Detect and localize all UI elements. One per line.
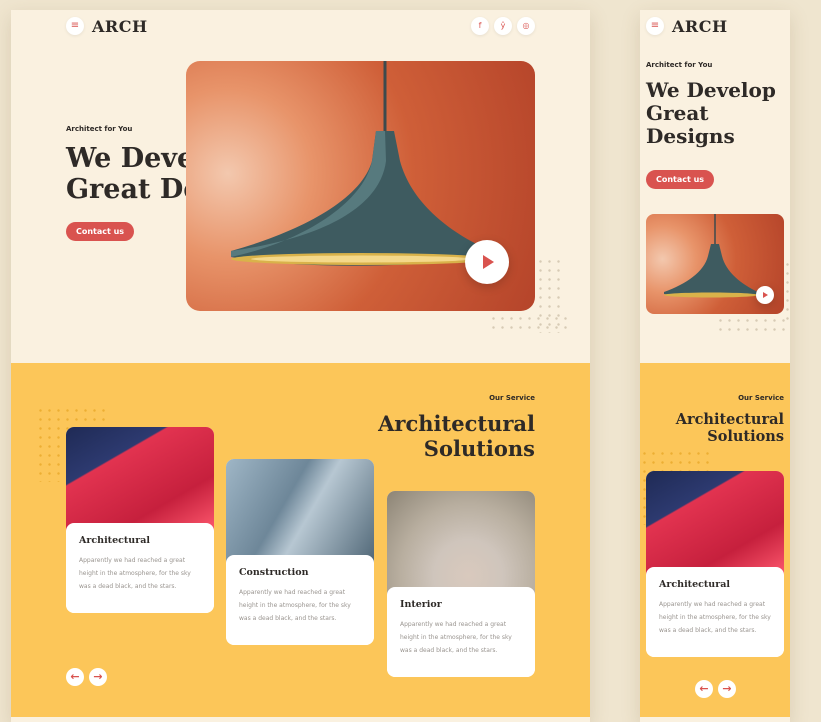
hero-section: ≡ ARCH Architect for You We Develop Grea… bbox=[640, 10, 790, 363]
title-line-2: Solutions bbox=[707, 428, 784, 446]
hero-section: ≡ ARCH f ŷ ◎ Architect for You We Develo… bbox=[11, 10, 590, 363]
instagram-icon[interactable]: ◎ bbox=[517, 17, 535, 35]
headline-line-1: We Develop bbox=[646, 78, 776, 102]
services-title: Architectural Solutions bbox=[378, 411, 535, 461]
dot-pattern bbox=[489, 314, 567, 334]
menu-icon[interactable]: ≡ bbox=[66, 17, 84, 35]
desktop-preview: ≡ ARCH f ŷ ◎ Architect for You We Develo… bbox=[11, 10, 590, 722]
bathtub-photo bbox=[387, 491, 535, 597]
services-title: Architectural Solutions bbox=[676, 411, 784, 446]
dot-pattern bbox=[716, 316, 790, 334]
red-facade-photo bbox=[646, 471, 784, 577]
card-title: Architectural bbox=[659, 579, 730, 590]
footer-strip bbox=[640, 717, 790, 722]
play-icon[interactable] bbox=[756, 286, 774, 304]
card-title: Construction bbox=[239, 567, 309, 578]
title-line-1: Architectural bbox=[378, 411, 535, 436]
service-card-construction[interactable]: Construction Apparently we had reached a… bbox=[226, 459, 374, 645]
headline-line-3: Designs bbox=[646, 124, 735, 148]
red-facade-photo bbox=[66, 427, 214, 533]
prev-arrow-icon[interactable]: ← bbox=[695, 680, 713, 698]
card-text: Apparently we had reached a great height… bbox=[659, 601, 771, 634]
service-card-architectural[interactable]: Architectural Apparently we had reached … bbox=[66, 427, 214, 613]
card-body: Construction Apparently we had reached a… bbox=[226, 555, 374, 645]
contact-button[interactable]: Contact us bbox=[66, 222, 134, 241]
dot-pattern bbox=[783, 260, 790, 320]
title-line-1: Architectural bbox=[675, 411, 784, 428]
card-body: Architectural Apparently we had reached … bbox=[66, 523, 214, 613]
menu-icon[interactable]: ≡ bbox=[646, 17, 664, 35]
logo[interactable]: ARCH bbox=[672, 17, 728, 36]
logo[interactable]: ARCH bbox=[92, 17, 148, 36]
hero-kicker: Architect for You bbox=[646, 61, 713, 69]
card-text: Apparently we had reached a great height… bbox=[400, 621, 512, 654]
card-title: Architectural bbox=[79, 535, 150, 546]
card-body: Interior Apparently we had reached a gre… bbox=[387, 587, 535, 677]
hero-headline: We Develop Great Designs bbox=[646, 79, 776, 148]
next-arrow-icon[interactable]: → bbox=[89, 668, 107, 686]
next-arrow-icon[interactable]: → bbox=[718, 680, 736, 698]
card-text: Apparently we had reached a great height… bbox=[79, 557, 191, 590]
play-icon[interactable] bbox=[465, 240, 509, 284]
service-card-architectural[interactable]: Architectural Apparently we had reached … bbox=[646, 471, 784, 657]
services-section: Our Service Architectural Solutions Arch… bbox=[11, 363, 590, 717]
headline-line-2: Great bbox=[646, 101, 709, 125]
services-section: Our Service Architectural Solutions Arch… bbox=[640, 363, 790, 717]
contact-button[interactable]: Contact us bbox=[646, 170, 714, 189]
twitter-icon[interactable]: ŷ bbox=[494, 17, 512, 35]
card-body: Architectural Apparently we had reached … bbox=[646, 567, 784, 657]
prev-arrow-icon[interactable]: ← bbox=[66, 668, 84, 686]
steel-building-photo bbox=[226, 459, 374, 565]
services-kicker: Our Service bbox=[738, 394, 784, 402]
title-line-2: Solutions bbox=[423, 436, 535, 462]
card-text: Apparently we had reached a great height… bbox=[239, 589, 351, 622]
hero-kicker: Architect for You bbox=[66, 125, 133, 133]
service-card-interior[interactable]: Interior Apparently we had reached a gre… bbox=[387, 491, 535, 677]
services-kicker: Our Service bbox=[489, 394, 535, 402]
card-title: Interior bbox=[400, 599, 442, 610]
mobile-preview: ≡ ARCH Architect for You We Develop Grea… bbox=[640, 10, 790, 722]
footer-strip bbox=[11, 717, 590, 722]
facebook-icon[interactable]: f bbox=[471, 17, 489, 35]
